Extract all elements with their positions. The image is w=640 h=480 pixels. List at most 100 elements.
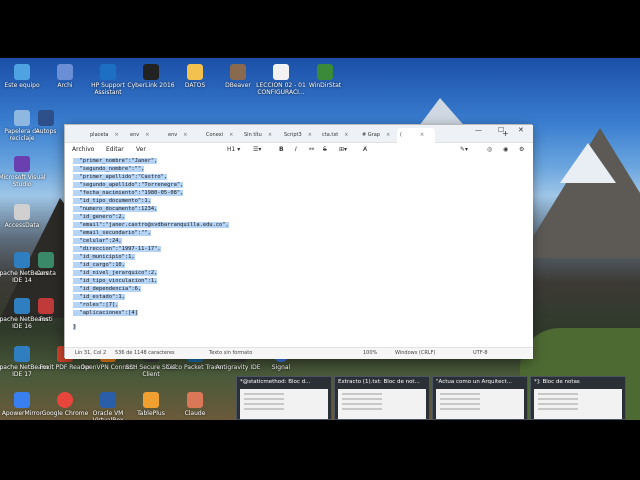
editor-line: "id_cargo":10, — [73, 262, 125, 268]
editor-line: "email":"janer.castro@svdbarranquilla.ed… — [73, 222, 229, 228]
menu-bar: Archivo Editar Ver H1 ▾ ☰▾ B I ⚯ S ⊞▾ A̸… — [65, 143, 533, 157]
tab-env-1[interactable]: env × — [127, 129, 149, 141]
close-icon[interactable]: × — [308, 132, 312, 138]
line-endings[interactable]: Windows (CRLF) — [395, 350, 435, 356]
copilot-icon[interactable]: ◎ — [487, 146, 492, 153]
close-icon[interactable]: × — [114, 132, 118, 138]
editor-line: "roles":[7], — [73, 302, 119, 308]
desktop-icon-label: Antigravity IDE — [215, 364, 261, 371]
tab-script3[interactable]: Script3 × — [281, 129, 312, 141]
tab-label: cta.txt — [322, 132, 339, 138]
taskbar-preview[interactable]: *]: Bloc de notas — [530, 376, 626, 420]
heading-select-value: H1 — [227, 146, 236, 153]
editor-line: "id_tipo_documento":1, — [73, 198, 151, 204]
close-icon[interactable]: × — [386, 132, 390, 138]
mountain-peak — [560, 143, 616, 183]
taskbar-preview[interactable]: Extracto (1).txt: Bloc de not... — [334, 376, 430, 420]
chrome-icon — [57, 392, 73, 408]
tab-cta[interactable]: cta.txt × — [319, 129, 348, 141]
preview-thumbnail — [240, 389, 328, 419]
desktop-icon-label: DATOS — [184, 82, 206, 89]
archi-icon — [57, 64, 73, 80]
strikethrough-icon[interactable]: S — [323, 146, 327, 153]
minimize-button[interactable]: — — [475, 126, 482, 134]
tab-conexion[interactable]: Conexi × — [203, 129, 233, 141]
preview-title: *@staticmethod: Bloc d... — [240, 379, 311, 385]
tab-grap[interactable]: # Grap × — [359, 129, 390, 141]
taskbar-preview[interactable]: *@staticmethod: Bloc d... — [236, 376, 332, 420]
tab-label: placeta — [90, 132, 109, 138]
desktop-icon-label: Autops — [35, 128, 57, 135]
menu-editar[interactable]: Editar — [106, 146, 124, 153]
netbeans-icon — [14, 298, 30, 314]
status-bar: Lín 31, Col 2 536 de 1148 caracteres Tex… — [65, 347, 533, 359]
desktop-icon-label: Claude — [184, 410, 206, 417]
bold-icon[interactable]: B — [279, 146, 284, 153]
accessdata-icon — [14, 204, 30, 220]
pen-icon[interactable]: ✎▾ — [460, 146, 468, 153]
desktop-icon-netbeans-14[interactable]: Apache NetBeans IDE 14 — [0, 252, 52, 284]
char-count: 536 de 1148 caracteres — [115, 350, 175, 356]
close-icon[interactable]: × — [420, 132, 424, 138]
menu-ver[interactable]: Ver — [136, 146, 146, 153]
close-window-button[interactable]: ✕ — [518, 126, 524, 134]
autopsy-icon — [38, 110, 54, 126]
desktop-icon-accessdata[interactable]: AccessData — [0, 204, 52, 229]
close-icon[interactable]: × — [145, 132, 149, 138]
desktop-icon-label: Signal — [271, 364, 291, 371]
text-editor[interactable]: "primer_nombre":"Janer", "segundo_nombre… — [65, 157, 533, 347]
heading-select[interactable]: H1 ▾ — [227, 146, 240, 153]
editor-line: "segundo_nombre":"", — [73, 166, 145, 172]
letterbox-bottom — [0, 420, 640, 480]
editor-line: "numero_documento":1234, — [73, 206, 158, 212]
tab-active[interactable]: (× — [397, 128, 435, 143]
preview-title: "Actua como un Arquitect... — [436, 379, 512, 385]
netbeans-icon — [14, 346, 30, 362]
cyberlink-icon — [143, 64, 159, 80]
tab-env-2[interactable]: env × — [165, 129, 187, 141]
notepad-window: placeta × env × env × Conexi × Sin títu × Scr… — [64, 124, 533, 359]
menu-archivo[interactable]: Archivo — [72, 146, 94, 153]
desktop-icon-windirstat[interactable]: WinDirStat — [295, 64, 355, 89]
close-icon[interactable]: × — [268, 132, 272, 138]
tab-placeta[interactable]: placeta × — [87, 129, 119, 141]
desktop-icon-autopsy[interactable]: Autops — [26, 110, 66, 135]
preview-title: Extracto (1).txt: Bloc de not... — [338, 379, 420, 385]
editor-line: "id_genero":2, — [73, 214, 125, 220]
preview-thumbnail — [436, 389, 524, 419]
document-icon — [273, 64, 289, 80]
zoom-level[interactable]: 100% — [363, 350, 377, 356]
tab-bar: placeta × env × env × Conexi × Sin títu × Scr… — [65, 125, 533, 143]
table-icon[interactable]: ⊞▾ — [339, 146, 347, 153]
editor-line: "id_dependencia":6, — [73, 286, 142, 292]
text-format[interactable]: Texto sin formato — [209, 350, 252, 356]
taskbar-preview[interactable]: "Actua como un Arquitect... — [432, 376, 528, 420]
visual-studio-icon — [14, 156, 30, 172]
desktop-icon-visual-studio[interactable]: Microsoft Visual Studio — [0, 156, 52, 188]
mirror-icon — [14, 392, 30, 408]
editor-line: "fecha_nacimiento":"1980-05-08", — [73, 190, 184, 196]
desktop-icon-claude[interactable]: Claude — [165, 392, 225, 417]
encoding[interactable]: UTF-8 — [473, 350, 488, 356]
close-icon[interactable]: × — [229, 132, 233, 138]
desktop-icon-label: TablePlus — [137, 410, 165, 417]
account-icon[interactable]: ◉ — [503, 146, 508, 153]
preview-title: *]: Bloc de notas — [534, 379, 580, 385]
tab-label: Script3 — [284, 132, 302, 138]
clear-format-icon[interactable]: A̸ — [363, 146, 367, 153]
claude-icon — [187, 392, 203, 408]
tab-sin-titulo[interactable]: Sin títu × — [241, 129, 272, 141]
tab-label: env — [130, 132, 140, 138]
link-icon[interactable]: ⚯ — [309, 146, 314, 153]
close-icon[interactable]: × — [344, 132, 348, 138]
folder-icon — [187, 64, 203, 80]
close-icon[interactable]: × — [183, 132, 187, 138]
editor-line: "primer_nombre":"Janer", — [73, 158, 158, 164]
editor-line: "email_secundario":"", — [73, 230, 151, 236]
editor-line: "celular":24, — [73, 238, 122, 244]
italic-icon[interactable]: I — [295, 146, 297, 153]
desktop-icon-netbeans-16[interactable]: Apache NetBeans IDE 16 — [0, 298, 52, 330]
gear-icon[interactable]: ⚙ — [519, 146, 524, 153]
list-icon[interactable]: ☰▾ — [253, 146, 261, 153]
maximize-button[interactable]: ☐ — [498, 126, 504, 134]
